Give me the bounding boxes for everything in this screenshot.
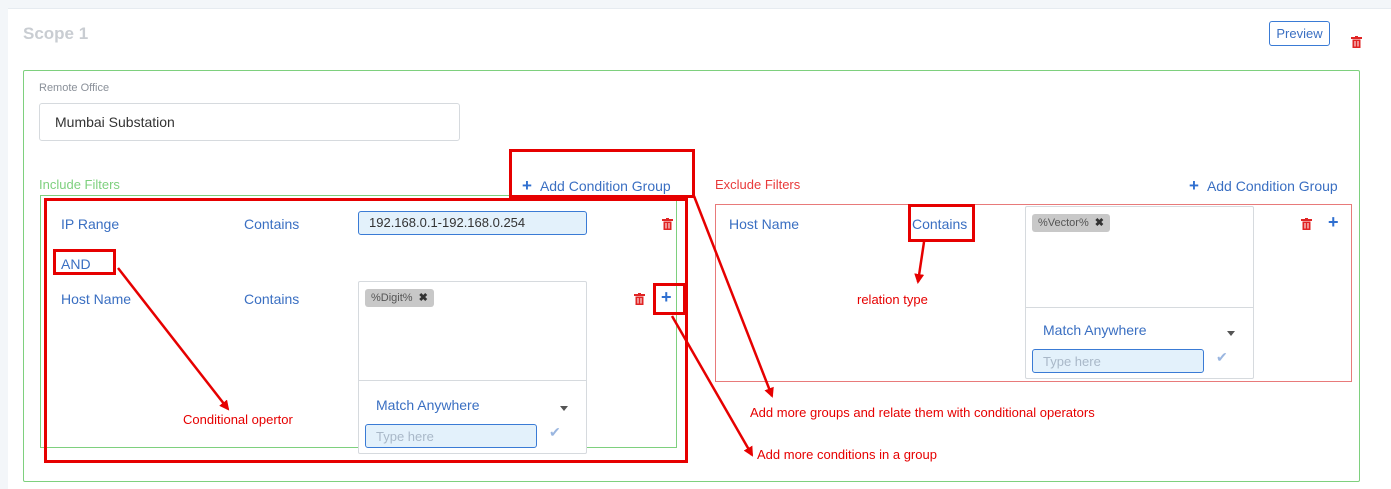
chevron-down-icon[interactable] (1227, 331, 1235, 336)
add-condition-group-label: Add Condition Group (1206, 178, 1338, 194)
annotation-add-group-box (509, 149, 695, 198)
delete-condition-trash-icon[interactable] (1301, 218, 1312, 230)
include-filters-label: Include Filters (39, 177, 120, 192)
annotation-include-box (44, 198, 688, 463)
preview-button[interactable]: Preview (1269, 21, 1330, 46)
annotation-plus-box (653, 283, 686, 315)
value-tag: %Vector% ✖ (1032, 214, 1110, 232)
remote-office-label: Remote Office (39, 82, 110, 94)
annotation-add-conditions: Add more conditions in a group (757, 447, 937, 462)
host-name-value-box: %Vector% ✖ Match Anywhere Type here ✔ (1025, 206, 1254, 379)
match-type-select[interactable]: Match Anywhere (1043, 322, 1147, 338)
annotation-relation-type: relation type (857, 292, 928, 307)
annotation-relation-box (908, 204, 975, 242)
condition-field-host-name[interactable]: Host Name (729, 216, 799, 232)
close-icon[interactable]: ✖ (1095, 217, 1104, 229)
scope-title: Scope 1 (23, 24, 89, 43)
type-here-input[interactable]: Type here (1032, 349, 1204, 373)
annotation-conditional-operator: Conditional opertor (183, 412, 293, 427)
exclude-filters-label: Exclude Filters (715, 177, 801, 192)
delete-scope-trash-icon[interactable] (1351, 36, 1362, 48)
exclude-add-condition-group-button[interactable]: + Add Condition Group (1189, 176, 1338, 196)
annotation-and-box (53, 249, 116, 275)
plus-icon: + (1189, 176, 1199, 195)
divider (1026, 307, 1253, 308)
check-icon[interactable]: ✔ (1216, 349, 1228, 366)
remote-office-field[interactable]: Mumbai Substation (39, 103, 460, 141)
annotation-add-groups: Add more groups and relate them with con… (750, 405, 1095, 420)
add-condition-plus-icon[interactable]: + (1328, 212, 1339, 233)
